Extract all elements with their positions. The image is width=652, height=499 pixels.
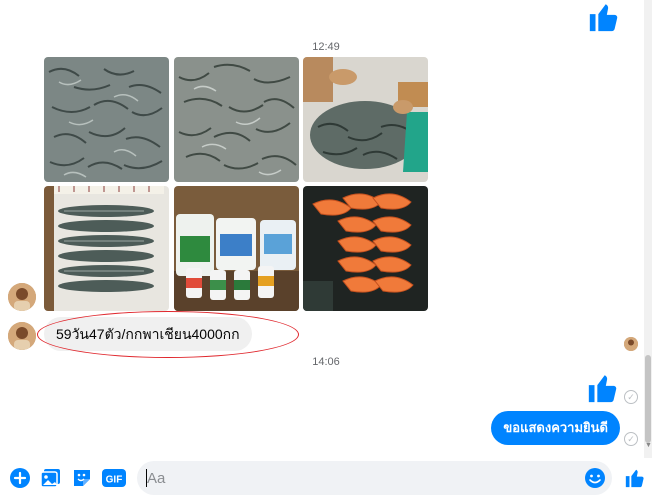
photo-shrimp-pile-2[interactable] bbox=[174, 57, 299, 182]
delivered-check-icon: ✓ bbox=[624, 390, 638, 404]
sender-avatar[interactable] bbox=[8, 283, 36, 311]
add-icon[interactable] bbox=[9, 467, 31, 489]
gif-icon[interactable]: GIF bbox=[102, 467, 126, 489]
sender-avatar[interactable] bbox=[8, 322, 36, 350]
timestamp: 12:49 bbox=[312, 41, 340, 53]
red-highlight-circle bbox=[37, 311, 299, 358]
timestamp: 14:06 bbox=[312, 356, 340, 368]
scroll-down-arrow-icon[interactable]: ▼ bbox=[645, 442, 652, 450]
photo-shrimp-sorting[interactable] bbox=[303, 57, 428, 182]
conversation-pane: 12:49 59วัน47ตัว/กกพาเชียน4000กก 14:06 ✓… bbox=[0, 0, 652, 458]
sticker-icon[interactable] bbox=[71, 467, 93, 489]
like-icon[interactable] bbox=[624, 467, 646, 489]
emoji-icon[interactable] bbox=[584, 467, 606, 489]
composer-bar: GIF bbox=[0, 458, 652, 499]
gif-label: GIF bbox=[106, 475, 123, 486]
text-caret bbox=[146, 469, 147, 487]
scrollbar-thumb[interactable] bbox=[645, 355, 651, 443]
photo-icon[interactable] bbox=[40, 467, 62, 489]
photo-feed-products[interactable] bbox=[174, 186, 299, 311]
outgoing-message-bubble[interactable]: ขอแสดงความยินดี bbox=[491, 411, 620, 445]
sent-like-icon bbox=[587, 0, 621, 34]
seen-receipt-avatar bbox=[624, 337, 638, 351]
sent-like-icon bbox=[586, 371, 620, 405]
photo-shrimp-measure[interactable] bbox=[44, 186, 169, 311]
scrollbar[interactable]: ▼ bbox=[644, 0, 652, 458]
photo-cooked-shrimp[interactable] bbox=[303, 186, 428, 311]
photo-shrimp-pile-1[interactable] bbox=[44, 57, 169, 182]
message-input[interactable] bbox=[137, 461, 612, 495]
delivered-check-icon: ✓ bbox=[624, 432, 638, 446]
